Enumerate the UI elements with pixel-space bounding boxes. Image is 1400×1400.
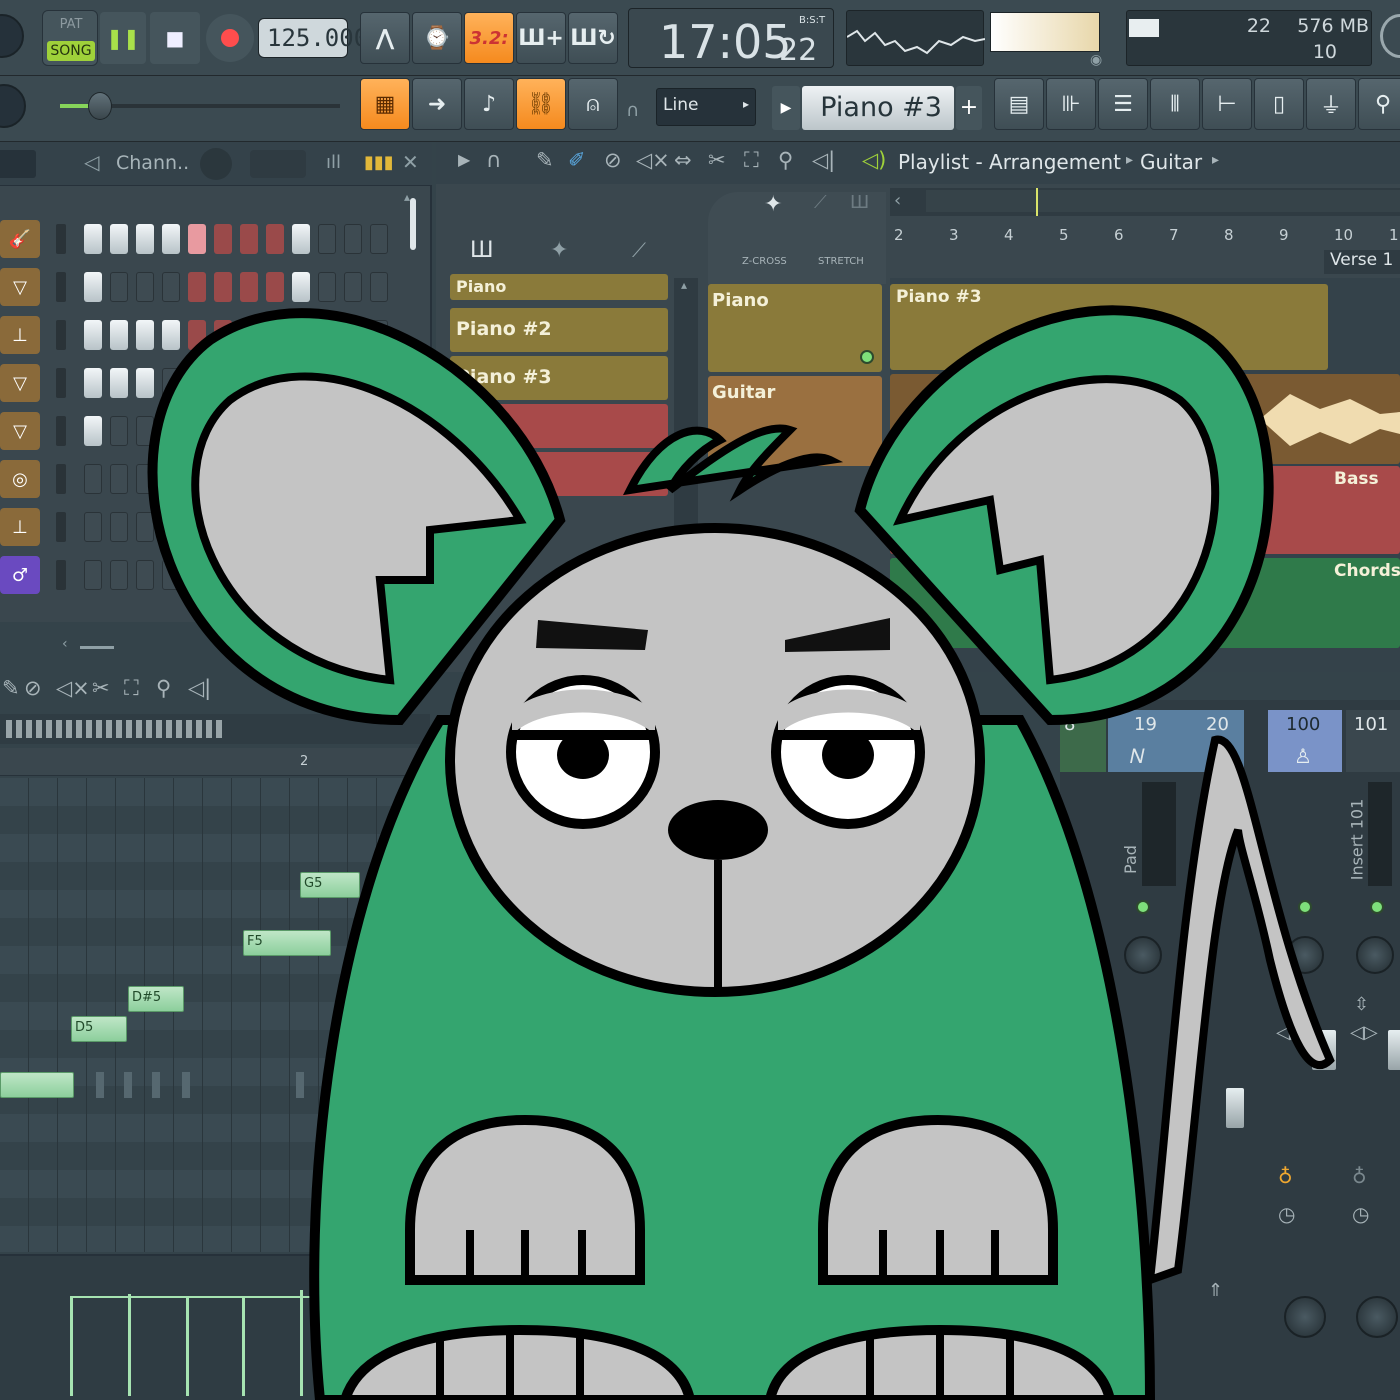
- mouse-mascot-icon: [147, 305, 1335, 1400]
- fl-studio-window: PAT SONG ❚❚ ■ 125.000 ⋀ ⌚ 3.2: Ш+ Ш↻ 17:…: [0, 0, 1400, 1400]
